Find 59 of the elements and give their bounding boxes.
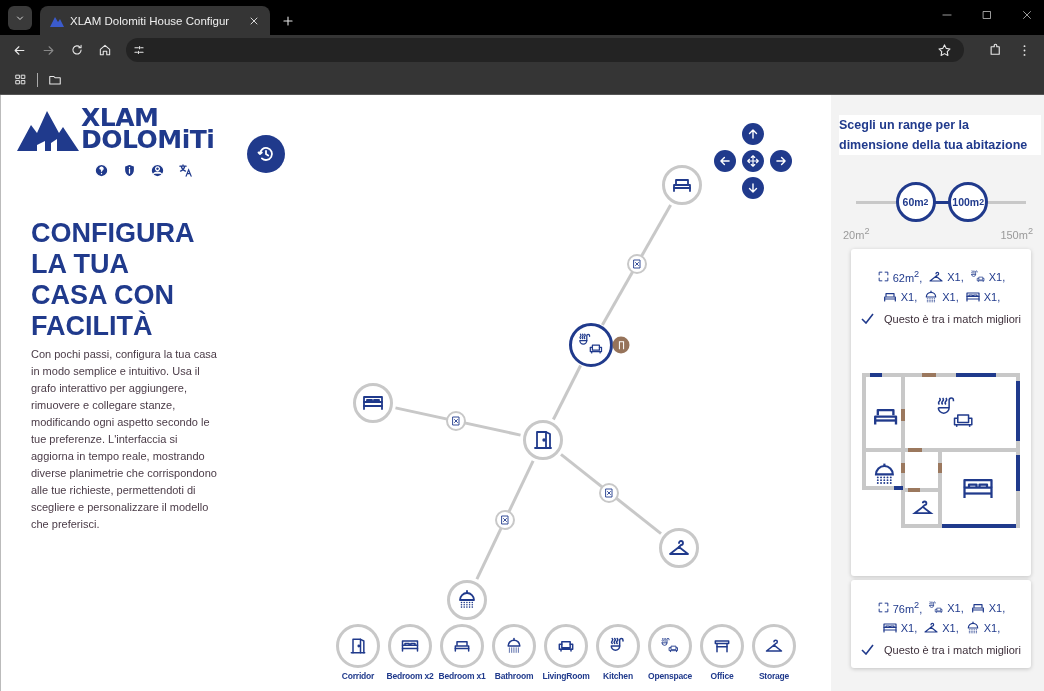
- size-range-title: Scegli un range per la dimensione della tua abitazione: [839, 115, 1041, 155]
- pot-and-sofa-icon: [928, 599, 945, 616]
- browser-tab[interactable]: XLAM Dolomiti House Configur: [40, 6, 270, 35]
- hero-title: CONFIGURA LA TUA CASA CON FACILITÀ: [31, 218, 195, 342]
- delete-icon: [450, 415, 462, 427]
- door-icon: [531, 428, 555, 452]
- site-settings-icon[interactable]: [132, 43, 146, 57]
- room-count: X1,: [900, 290, 918, 303]
- room-count: X1,: [900, 621, 918, 634]
- area-icon: [876, 270, 890, 284]
- history-icon: [257, 145, 275, 163]
- account-icon[interactable]: [150, 163, 165, 178]
- room-count: X1,: [988, 601, 1006, 614]
- reload-icon[interactable]: [70, 43, 84, 57]
- area-value: 76m$^{2}$,: [892, 600, 923, 615]
- translate-icon[interactable]: [178, 163, 193, 178]
- delete-connection-button[interactable]: [599, 483, 619, 503]
- tab-search-button[interactable]: [8, 6, 32, 30]
- help-icon[interactable]: [94, 163, 109, 178]
- check-icon: [861, 313, 875, 325]
- range-max-label: 150m$^{2}$: [1000, 226, 1033, 241]
- area-icon: [876, 601, 890, 615]
- delete-connection-button[interactable]: [446, 411, 466, 431]
- home-icon[interactable]: [98, 43, 112, 57]
- delete-connection-button[interactable]: [627, 254, 647, 274]
- check-icon: [861, 644, 875, 656]
- hero-description: Con pochi passi, configura la tua casa in modo semplice e intuitivo. Usa il grafo interattivo per aggiungere, rimuovere e collegare stanze, modificando ogni aspetto secondo le tue preferenze. L'interfaccia si aggiorna in tempo reale, mostrando diverse planimetrie che corrispondono alle tue richieste, permettendoti di scegliere e personalizzare il modello che preferisci.: [31, 347, 218, 532]
- range-min-label: 20m$^{2}$: [843, 226, 870, 241]
- room-node[interactable]: [569, 323, 613, 367]
- bookmark-star-icon[interactable]: [937, 42, 952, 58]
- room-count: X1,: [942, 290, 959, 303]
- room-count: X1,: [942, 621, 959, 634]
- area-value: 62m$^{2}$,: [892, 269, 923, 284]
- shield-info-icon[interactable]: [122, 163, 137, 178]
- close-icon[interactable]: [1020, 8, 1034, 22]
- room-count: X1,: [988, 270, 1006, 283]
- delete-icon: [499, 514, 511, 526]
- apps-icon[interactable]: [14, 73, 27, 86]
- room-count: X1,: [947, 270, 964, 283]
- logo-wordmark: XLAM DOLOMiTi: [81, 107, 215, 151]
- result-card[interactable]: 76m$^{2}$, X1, X1, X1, X1, X1, Questo è tra i match migliori: [851, 579, 1031, 668]
- door-badge-icon[interactable]: [612, 336, 630, 354]
- maximize-icon[interactable]: [980, 8, 994, 22]
- match-note: Questo è tra i match migliori: [884, 312, 1021, 325]
- match-note: Questo è tra i match migliori: [884, 643, 1021, 656]
- delete-connection-button[interactable]: [495, 510, 515, 530]
- history-button[interactable]: [247, 135, 285, 173]
- door-icon: [348, 636, 368, 656]
- room-count: X1,: [983, 621, 1001, 634]
- graph-edge: [552, 364, 582, 421]
- result-card[interactable]: 62m$^{2}$, X1, X1, X1, X1, X1, Questo è tra i match migliori: [851, 248, 1031, 576]
- extensions-icon[interactable]: [988, 42, 1003, 58]
- room-count: X1,: [947, 601, 964, 614]
- delete-icon: [631, 258, 643, 270]
- logo-mountains-icon: [17, 111, 79, 151]
- delete-icon: [603, 487, 615, 499]
- tab-title: XLAM Dolomiti House Configur: [70, 14, 231, 27]
- room-count: X1,: [983, 290, 1001, 303]
- pot-and-sofa-icon: [969, 268, 986, 285]
